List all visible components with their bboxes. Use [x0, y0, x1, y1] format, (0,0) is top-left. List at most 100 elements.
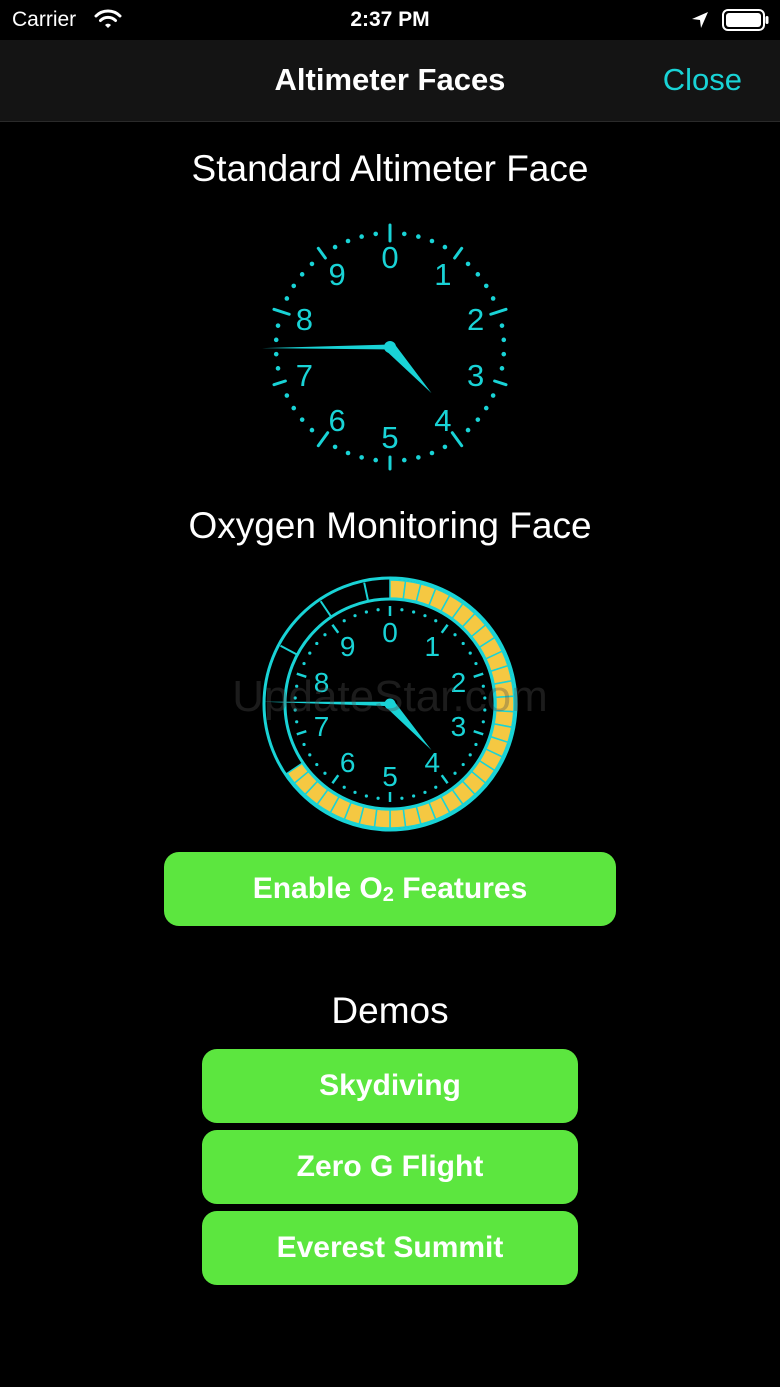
- dial-dot: [295, 720, 299, 724]
- enable-o2-subscript: 2: [382, 884, 394, 906]
- dial-numeral: 4: [425, 747, 441, 778]
- dial-dot: [483, 405, 489, 411]
- dial-dot: [291, 283, 297, 289]
- dial-numeral: 9: [328, 257, 345, 292]
- dial-tick: [489, 307, 508, 316]
- dial-dot: [309, 427, 315, 433]
- standard-face-title: Standard Altimeter Face: [191, 148, 589, 189]
- dial-numeral: 7: [296, 358, 313, 393]
- oxygen-face-title: Oxygen Monitoring Face: [188, 505, 592, 546]
- location-arrow-icon: [692, 12, 708, 28]
- dial-numeral: 8: [296, 302, 313, 337]
- dial-dot: [423, 614, 427, 618]
- dial-dot: [490, 296, 496, 301]
- dial-dot: [299, 417, 305, 422]
- dial-dot: [474, 742, 478, 747]
- dial-tick: [331, 623, 340, 634]
- hub: [384, 341, 396, 353]
- dial-dot: [342, 785, 346, 789]
- hub: [384, 698, 396, 710]
- dial-numeral: 9: [340, 631, 356, 662]
- dial-dot: [483, 708, 487, 712]
- dial-dot: [465, 261, 471, 267]
- dial-dot: [468, 651, 472, 655]
- dial-dot: [308, 651, 312, 655]
- dial-dot: [442, 444, 448, 450]
- battery-icon: [722, 9, 769, 31]
- dial-tick: [316, 246, 327, 260]
- dial-dot: [483, 696, 487, 700]
- dial-numeral: 6: [328, 403, 345, 438]
- dial-dot: [412, 610, 416, 614]
- dial-numeral: 4: [434, 403, 451, 438]
- dial-dot: [364, 794, 368, 798]
- dial-numeral: 6: [340, 747, 356, 778]
- dial-dot: [315, 762, 319, 767]
- dial-dot: [401, 231, 407, 237]
- dial-dot: [475, 417, 481, 422]
- standard-altimeter-dial[interactable]: 0 12 34 5 67 89: [260, 219, 520, 475]
- dial-numeral: 0: [382, 617, 398, 648]
- dial-dot: [323, 633, 327, 637]
- dial-dot: [501, 351, 507, 357]
- dial-dot: [302, 661, 306, 666]
- dial-dot: [299, 272, 305, 277]
- dial-numeral: 5: [381, 420, 398, 455]
- warning-band-segment: [389, 808, 407, 829]
- demo-skydiving-button[interactable]: Skydiving: [202, 1049, 578, 1123]
- dial-tick: [440, 623, 449, 634]
- dial-dot: [416, 234, 421, 239]
- enable-o2-prefix: Enable O: [252, 872, 383, 905]
- dial-dot: [501, 337, 507, 343]
- bezel-tick: [280, 644, 297, 656]
- enable-o2-features-button[interactable]: Enable O2 Features: [164, 852, 616, 926]
- dial-dot: [434, 619, 438, 623]
- nav-bar: Altimeter Faces Close: [0, 40, 780, 122]
- dial-dot: [453, 633, 457, 637]
- dial-dot: [295, 684, 299, 688]
- dial-dot: [309, 261, 315, 267]
- dial-numeral: 1: [434, 257, 451, 292]
- dial-dot: [353, 790, 357, 794]
- dial-dot: [423, 790, 427, 794]
- dial-dot: [302, 742, 306, 747]
- dial-dot: [315, 641, 319, 646]
- dial-dot: [475, 272, 481, 277]
- dial-dot: [465, 427, 471, 433]
- dial-dot: [429, 238, 435, 244]
- dial-tick: [473, 672, 484, 678]
- dial-tick: [331, 774, 340, 785]
- dial-tick: [316, 431, 330, 448]
- status-time: 2:37 PM: [350, 8, 430, 31]
- demo-zero-g-flight-button[interactable]: Zero G Flight: [202, 1130, 578, 1204]
- dial-dot: [468, 753, 472, 757]
- status-bar: Carrier 2:37 PM: [0, 0, 780, 40]
- close-button[interactable]: Close: [663, 62, 742, 98]
- dial-dot: [323, 771, 327, 775]
- dial-tick: [272, 379, 287, 387]
- dial-dot: [499, 366, 505, 371]
- dial-dot: [400, 608, 404, 612]
- dial-dot: [332, 444, 338, 450]
- dial-dot: [364, 610, 368, 614]
- dial-dot: [401, 457, 407, 463]
- dial-dot: [345, 238, 351, 244]
- dial-dot: [412, 794, 416, 798]
- dial-dot: [376, 796, 380, 800]
- dial-dot: [474, 661, 478, 666]
- dial-dot: [293, 708, 297, 712]
- dial-dot: [373, 457, 379, 463]
- dial-dot: [353, 614, 357, 618]
- dial-dot: [273, 337, 279, 343]
- dial-tick: [473, 730, 484, 736]
- dial-dot: [345, 450, 351, 456]
- long-hand: [262, 701, 391, 707]
- dial-dot: [429, 450, 435, 456]
- oxygen-monitoring-dial[interactable]: 0 12 34567 89: [260, 574, 520, 832]
- dial-dot: [293, 696, 297, 700]
- dial-numeral: 7: [314, 711, 330, 742]
- enable-o2-suffix: Features: [393, 872, 528, 905]
- dial-dot: [332, 244, 338, 250]
- demo-everest-summit-button[interactable]: Everest Summit: [202, 1211, 578, 1285]
- dial-numeral: 1: [425, 631, 441, 662]
